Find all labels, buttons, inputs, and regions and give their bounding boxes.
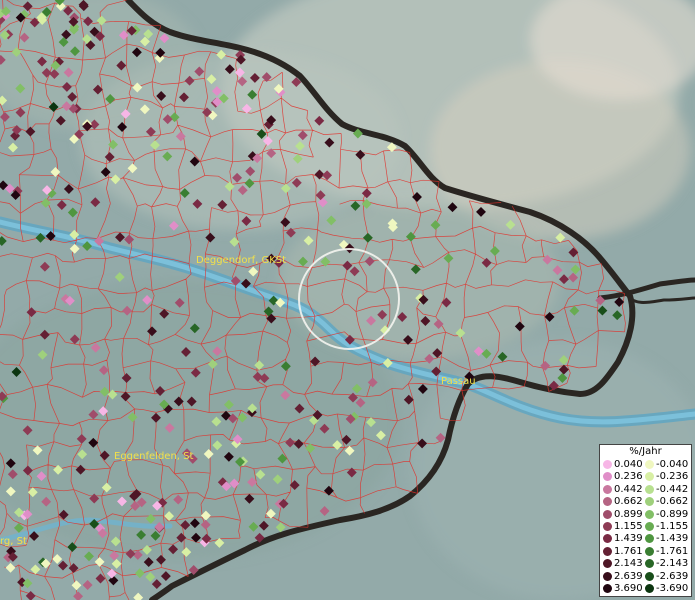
legend-row: 3.690 -3.690 — [600, 583, 693, 595]
legend-value-negative: -0.236 — [656, 471, 689, 483]
legend-swatch-negative — [645, 522, 654, 531]
legend-swatch-positive — [603, 559, 612, 569]
legend-value-negative: -1.439 — [656, 533, 689, 545]
legend-swatch-negative — [645, 484, 654, 494]
legend-value-negative: -1.761 — [656, 545, 689, 557]
legend-swatch-positive — [603, 509, 612, 519]
place-label-deggendorf: Deggendorf, GKSt — [196, 255, 286, 266]
legend-value-negative: -0.040 — [656, 459, 689, 470]
legend-swatch-positive — [603, 484, 612, 494]
legend-value-positive: 2.143 — [614, 558, 643, 570]
legend-value-positive: 1.439 — [614, 533, 643, 545]
legend-row: 1.155 -1.155 — [600, 521, 693, 533]
legend-swatch-positive — [603, 522, 612, 531]
legend-value-negative: -0.442 — [656, 483, 689, 495]
legend-value-negative: -3.690 — [656, 583, 689, 594]
legend-swatch-positive — [603, 460, 612, 469]
legend-value-positive: 0.442 — [614, 483, 643, 495]
legend-row: 0.662 -0.662 — [600, 496, 693, 508]
legend-swatch-positive — [603, 497, 612, 507]
legend-row: 1.761 -1.761 — [600, 546, 693, 558]
legend-value-negative: -2.143 — [656, 558, 689, 570]
legend-swatch-negative — [645, 534, 654, 544]
legend-swatch-positive — [603, 546, 612, 556]
legend-value-negative: -2.639 — [656, 570, 689, 582]
legend-swatch-negative — [645, 546, 654, 556]
map-view[interactable]: Deggendorf, GKSt Passau Eggenfelden, St … — [0, 0, 695, 600]
legend-swatch-negative — [645, 472, 654, 482]
place-label-passau: Passau — [441, 376, 476, 387]
map-legend: %/Jahr 0.040 -0.040 0.236 -0.236 0.442 -0.442… — [599, 444, 692, 597]
legend-swatch-negative — [645, 584, 654, 593]
legend-value-positive: 0.899 — [614, 508, 643, 520]
legend-swatch-negative — [645, 509, 654, 519]
legend-swatch-negative — [645, 460, 654, 469]
legend-swatch-negative — [645, 571, 654, 581]
place-label-partial-west: rg, St — [0, 536, 27, 547]
place-label-eggenfelden: Eggenfelden, St — [114, 451, 193, 462]
legend-value-positive: 0.236 — [614, 471, 643, 483]
legend-value-negative: -0.899 — [656, 508, 689, 520]
legend-row: 0.899 -0.899 — [600, 509, 693, 521]
legend-value-positive: 1.761 — [614, 545, 643, 557]
legend-swatch-negative — [645, 497, 654, 507]
legend-row: 0.442 -0.442 — [600, 484, 693, 496]
legend-swatch-positive — [603, 584, 612, 593]
legend-row: 2.639 -2.639 — [600, 571, 693, 583]
legend-swatch-positive — [603, 472, 612, 482]
legend-value-negative: -1.155 — [656, 521, 689, 532]
legend-value-positive: 2.639 — [614, 570, 643, 582]
legend-value-positive: 0.662 — [614, 496, 643, 508]
legend-row: 2.143 -2.143 — [600, 558, 693, 570]
legend-row: 0.040 -0.040 — [600, 459, 693, 471]
legend-swatch-negative — [645, 559, 654, 569]
legend-swatch-positive — [603, 571, 612, 581]
legend-value-positive: 0.040 — [614, 459, 643, 470]
legend-row: 0.236 -0.236 — [600, 471, 693, 483]
legend-swatch-positive — [603, 534, 612, 544]
legend-value-positive: 3.690 — [614, 583, 643, 594]
legend-value-negative: -0.662 — [656, 496, 689, 508]
legend-row: 1.439 -1.439 — [600, 533, 693, 545]
legend-value-positive: 1.155 — [614, 521, 643, 532]
legend-title: %/Jahr — [629, 446, 662, 457]
